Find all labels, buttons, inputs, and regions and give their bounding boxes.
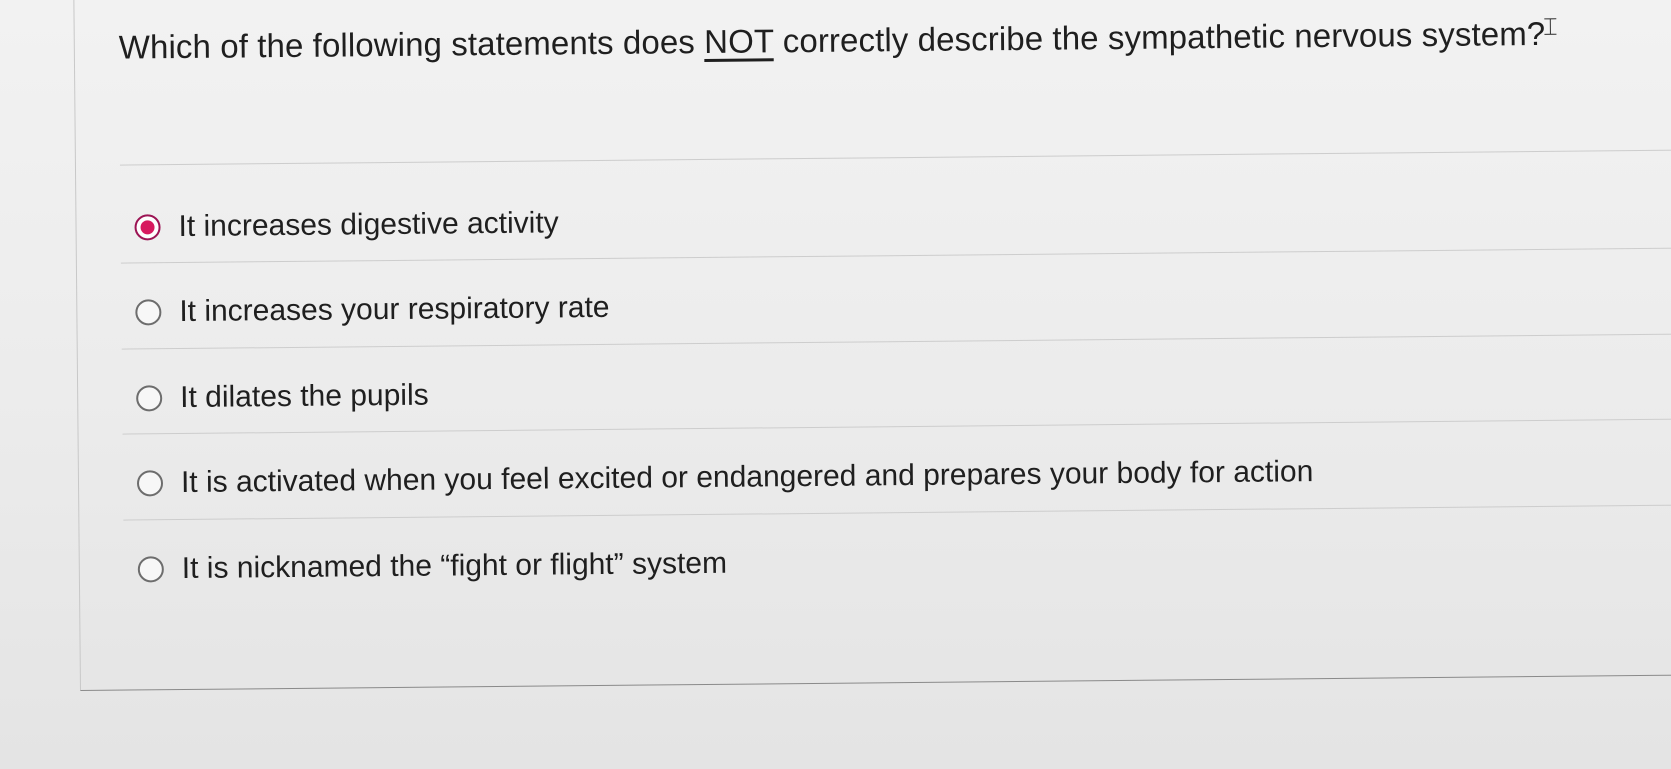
question-card: Which of the following statements does N… [73,0,1671,691]
radio-button[interactable] [137,556,164,583]
answer-option-2[interactable]: It increases your respiratory rate [135,288,610,333]
text-cursor-icon: ⌶ [1543,13,1558,41]
answer-option-label: It is activated when you feel excited or… [180,455,1314,500]
question-text-before: Which of the following statements does [118,22,705,66]
divider [122,418,1671,435]
answer-option-1[interactable]: It increases digestive activity [134,203,559,247]
answer-option-3[interactable]: It dilates the pupils [136,376,429,419]
answer-option-label: It increases digestive activity [178,206,559,244]
answer-option-label: It is nicknamed the “fight or flight” sy… [181,546,728,586]
answer-option-label: It dilates the pupils [180,378,429,415]
divider [123,504,1671,521]
screen: Which of the following statements does N… [0,0,1671,769]
answer-option-4[interactable]: It is activated when you feel excited or… [136,452,1314,503]
question-prompt: Which of the following statements does N… [119,5,1619,75]
answer-option-5[interactable]: It is nicknamed the “fight or flight” sy… [137,544,728,590]
divider [120,247,1671,264]
radio-button[interactable] [136,470,164,497]
divider [119,149,1671,166]
question-text-after: correctly describe the sympathetic nervo… [773,14,1546,60]
answer-option-label: It increases your respiratory rate [179,290,610,329]
radio-button-selected[interactable] [134,214,161,241]
divider [121,333,1671,350]
question-emphasis: NOT [703,22,774,60]
radio-button[interactable] [135,299,162,326]
radio-button[interactable] [136,385,163,412]
